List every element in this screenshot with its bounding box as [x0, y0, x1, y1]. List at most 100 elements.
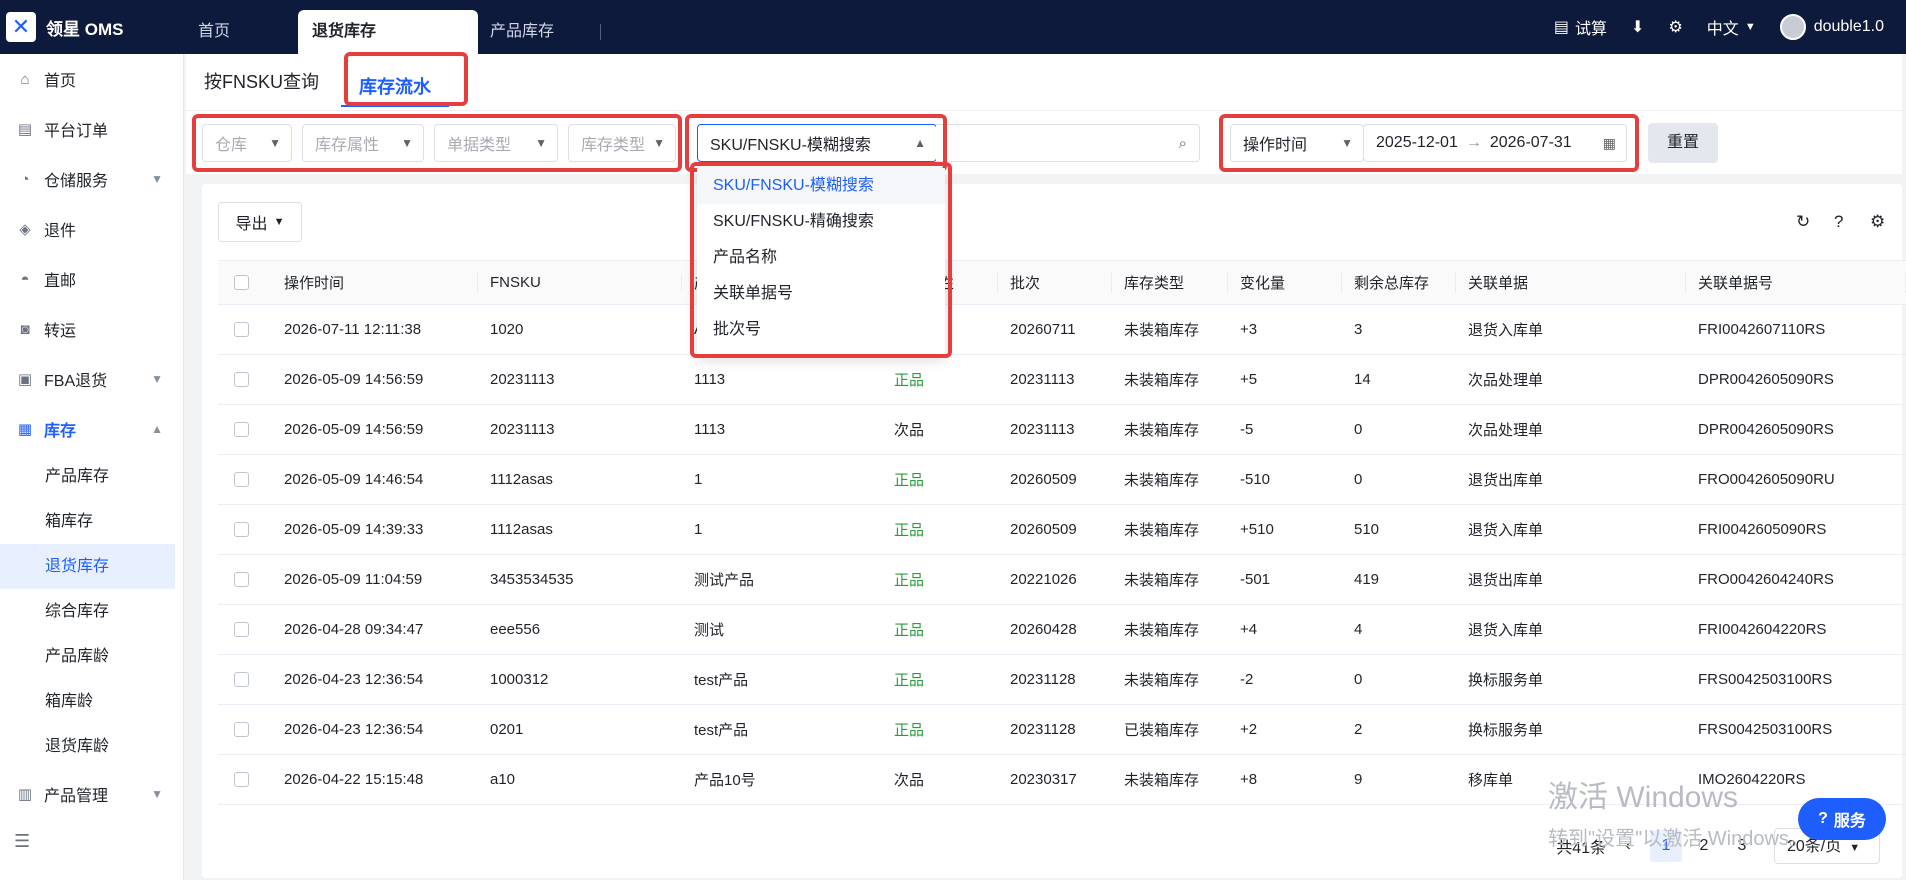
avatar: [1779, 14, 1806, 40]
cell-op-time: 2026-04-28 09:34:47: [284, 621, 424, 638]
sidebar-subitem-product-age[interactable]: 产品库龄: [0, 634, 183, 679]
row-checkbox[interactable]: [218, 672, 272, 687]
cell-op-time: 2026-05-09 14:56:59: [284, 421, 424, 438]
settings-icon[interactable]: ⚙: [1668, 17, 1682, 37]
sidebar-item-product-management[interactable]: ▥ 产品管理 ▼: [0, 769, 183, 819]
download-icon[interactable]: ⬇: [1631, 17, 1644, 37]
cell-remaining: 0: [1354, 671, 1363, 688]
logo[interactable]: ✕ 领星 OMS: [0, 0, 186, 54]
cell-remaining: 14: [1354, 371, 1371, 388]
row-checkbox[interactable]: [218, 472, 272, 487]
row-checkbox[interactable]: [218, 372, 272, 387]
cell-related-doc: 退货入库单: [1468, 622, 1544, 639]
service-button[interactable]: ? 服务: [1798, 798, 1886, 840]
sidebar-subitem-return-inventory[interactable]: 退货库存: [0, 544, 175, 589]
tab-divider: [600, 24, 601, 40]
cell-stock-attr: 正品: [894, 472, 925, 489]
cell-op-time: 2026-04-23 12:36:54: [284, 671, 424, 688]
cell-related-doc-no: FRS0042503100RS: [1698, 671, 1833, 688]
cell-op-time: 2026-04-23 12:36:54: [284, 721, 424, 738]
row-checkbox[interactable]: [218, 322, 272, 337]
cell-stock-attr: 次品: [894, 772, 925, 789]
cell-fnsku: a10: [490, 771, 516, 788]
cell-product: 1113: [694, 421, 726, 438]
cell-related-doc: 次品处理单: [1468, 422, 1544, 439]
cell-batch: 20260509: [1010, 471, 1077, 488]
orders-icon: ▤: [17, 121, 33, 138]
help-icon[interactable]: ?: [1834, 212, 1843, 232]
tab-return-inventory[interactable]: 退货库存: [298, 10, 478, 54]
transfer-icon: ◙: [20, 320, 30, 338]
product-icon: ▥: [17, 786, 33, 803]
select-all-checkbox[interactable]: [218, 275, 272, 290]
collapse-menu-icon[interactable]: ☰: [14, 831, 30, 852]
cell-batch: 20230317: [1010, 771, 1077, 788]
sidebar-item-fba-returns[interactable]: ▣ FBA退货 ▼: [0, 354, 183, 404]
cell-related-doc-no: FRS0042503100RS: [1698, 721, 1833, 738]
inventory-icon: ▦: [17, 421, 33, 438]
row-checkbox[interactable]: [218, 622, 272, 637]
tab-by-fnsku[interactable]: 按FNSKU查询: [204, 54, 319, 110]
search-input[interactable]: ⌕: [936, 124, 1200, 162]
top-bar: ✕ 领星 OMS 首页 退货库存 产品库存 ▤ 试算 ⬇ ⚙ 中文 ▼ doub…: [0, 0, 1906, 54]
windows-activation-hint: 转到"设置"以激活 Windows。: [1548, 828, 1809, 850]
cell-stock-type: 未装箱库存: [1124, 522, 1200, 539]
search-icon[interactable]: ⌕: [1179, 135, 1187, 152]
cell-product: test产品: [694, 672, 749, 689]
table-row: 2026-07-11 12:11:381020A-320260711未装箱库存+…: [218, 305, 1906, 355]
cell-change: -501: [1240, 571, 1271, 588]
column-settings-icon[interactable]: ⚙: [1870, 212, 1885, 232]
sidebar-item-warehouse-service[interactable]: ◔ 仓储服务 ▼: [0, 154, 183, 204]
cell-related-doc-no: FRI0042604220RS: [1698, 621, 1827, 638]
header-remaining: 剩余总库存: [1342, 272, 1456, 293]
cell-change: +510: [1240, 521, 1274, 538]
cell-stock-type: 未装箱库存: [1124, 472, 1200, 489]
cell-product: 1: [694, 471, 703, 488]
sidebar-item-label: 退件: [44, 223, 77, 240]
cell-remaining: 9: [1354, 771, 1363, 788]
language-select[interactable]: 中文 ▼: [1707, 15, 1756, 39]
reset-button[interactable]: 重置: [1648, 123, 1718, 163]
sidebar-subitem-combined-inventory[interactable]: 综合库存: [0, 589, 183, 634]
cell-op-time: 2026-05-09 14:39:33: [284, 521, 424, 538]
cell-stock-type: 未装箱库存: [1124, 422, 1200, 439]
row-checkbox[interactable]: [218, 572, 272, 587]
sidebar-item-transfer[interactable]: ◙ 转运: [0, 304, 183, 354]
cell-related-doc: 次品处理单: [1468, 372, 1544, 389]
row-checkbox[interactable]: [218, 722, 272, 737]
sidebar-item-label: 平台订单: [44, 123, 109, 140]
sidebar-subitem-box-age[interactable]: 箱库龄: [0, 679, 183, 724]
cell-fnsku: 1000312: [490, 671, 549, 688]
tab-product-inventory[interactable]: 产品库存: [478, 10, 590, 54]
sidebar-item-inventory[interactable]: ▦ 库存 ▲: [0, 404, 183, 454]
sidebar-subitem-return-age[interactable]: 退货库龄: [0, 724, 183, 769]
user-menu[interactable]: double1.0: [1779, 14, 1884, 40]
sidebar-item-direct-mail[interactable]: ◓ 直邮: [0, 254, 183, 304]
sidebar-item-returns[interactable]: ◈ 退件: [0, 204, 183, 254]
sidebar-item-label: 库存: [44, 423, 77, 440]
cell-fnsku: 1112asas: [490, 521, 553, 538]
table-row: 2026-05-09 14:56:59 20231113 1113 次品 2023111…: [218, 405, 1906, 455]
sidebar-subitem-box-inventory[interactable]: 箱库存: [0, 499, 183, 544]
cell-stock-type: 未装箱库存: [1124, 322, 1200, 339]
sidebar-item-label: 转运: [44, 323, 77, 340]
sidebar-item-orders[interactable]: ▤ 平台订单: [0, 104, 183, 154]
sidebar-subitem-product-inventory[interactable]: 产品库存: [0, 454, 183, 499]
cell-remaining: 3: [1354, 321, 1363, 338]
tab-home[interactable]: 首页: [186, 10, 298, 54]
row-checkbox[interactable]: [218, 772, 272, 787]
cell-stock-type: 未装箱库存: [1124, 772, 1200, 789]
table-row: 2026-04-23 12:36:54 0201 test产品 正品 20231128 已…: [218, 705, 1906, 755]
trial-button[interactable]: ▤ 试算: [1554, 15, 1607, 39]
cell-product: 1113: [694, 371, 726, 388]
cell-change: +8: [1240, 771, 1258, 788]
chevron-down-icon: ▼: [273, 216, 285, 228]
row-checkbox[interactable]: [218, 422, 272, 437]
checkbox-box: [234, 572, 249, 587]
export-button[interactable]: 导出 ▼: [218, 202, 302, 242]
refresh-icon[interactable]: ↻: [1796, 212, 1810, 232]
row-checkbox[interactable]: [218, 522, 272, 537]
sidebar-item-home[interactable]: ⌂ 首页: [0, 54, 183, 104]
highlight-stock-flow-tab: [344, 52, 468, 106]
cell-remaining: 0: [1354, 471, 1363, 488]
